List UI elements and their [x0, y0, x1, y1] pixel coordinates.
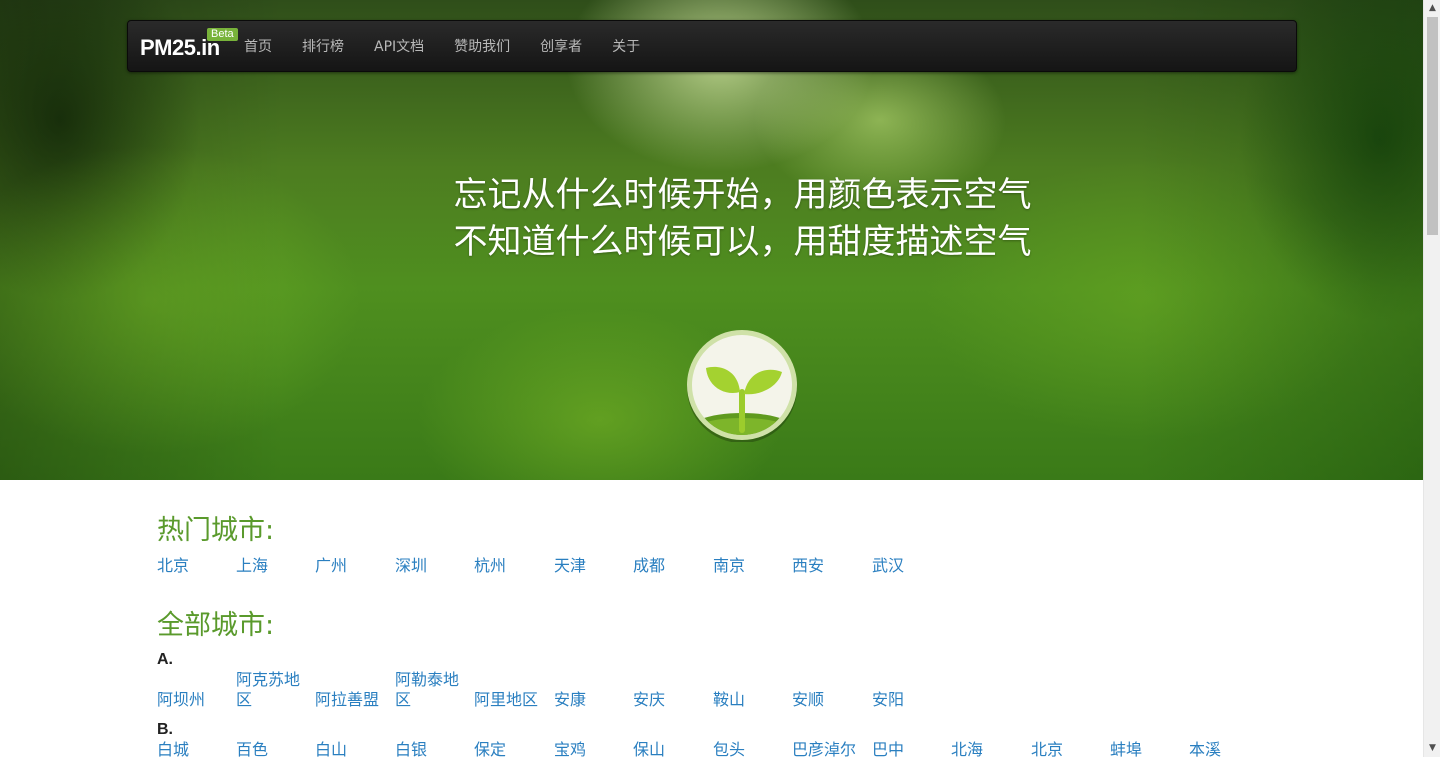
hot-city-link[interactable]: 成都: [633, 556, 705, 576]
city-link[interactable]: 阿里地区: [474, 690, 546, 710]
city-link[interactable]: 巴中: [872, 740, 944, 760]
hot-city-link[interactable]: 天津: [554, 556, 626, 576]
hot-city-link[interactable]: 上海: [236, 556, 308, 576]
city-link[interactable]: 阿克苏地区: [236, 670, 308, 710]
city-link[interactable]: 安康: [554, 690, 626, 710]
city-link[interactable]: 白银: [395, 740, 467, 760]
hero-slogan: 忘记从什么时候开始，用颜色表示空气 不知道什么时候可以，用甜度描述空气: [0, 172, 1423, 266]
city-link[interactable]: 本溪: [1189, 740, 1261, 760]
slogan-line-2: 不知道什么时候可以，用甜度描述空气: [453, 222, 1032, 262]
nav-about[interactable]: 关于: [612, 36, 640, 56]
beta-badge: Beta: [207, 28, 238, 41]
city-link[interactable]: 阿勒泰地区: [395, 670, 467, 710]
city-link[interactable]: 百色: [236, 740, 308, 760]
city-link[interactable]: 安顺: [792, 690, 864, 710]
city-link[interactable]: 保定: [474, 740, 546, 760]
city-link[interactable]: 蚌埠: [1110, 740, 1182, 760]
city-link[interactable]: 白山: [315, 740, 387, 760]
hot-city-link[interactable]: 武汉: [872, 556, 944, 576]
scrollbar-thumb[interactable]: [1427, 17, 1438, 235]
hot-city-link[interactable]: 西安: [792, 556, 864, 576]
nav-home[interactable]: 首页: [244, 36, 272, 56]
hot-city-link[interactable]: 杭州: [474, 556, 546, 576]
hot-city-link[interactable]: 深圳: [395, 556, 467, 576]
city-link[interactable]: 包头: [713, 740, 785, 760]
hot-city-link[interactable]: 南京: [713, 556, 785, 576]
city-link[interactable]: 宝鸡: [554, 740, 626, 760]
all-cities-title: 全部城市:: [157, 610, 275, 641]
city-link[interactable]: 鞍山: [713, 690, 785, 710]
nav-sponsor[interactable]: 赞助我们: [454, 36, 510, 56]
city-link[interactable]: 安庆: [633, 690, 705, 710]
brand-logo[interactable]: PM25.in Beta: [140, 28, 238, 63]
city-link[interactable]: 安阳: [872, 690, 944, 710]
scroll-up-icon[interactable]: ▲: [1424, 0, 1440, 17]
city-link[interactable]: 北海: [951, 740, 1023, 760]
slogan-line-1: 忘记从什么时候开始，用颜色表示空气: [453, 175, 1032, 215]
nav-api-docs[interactable]: API文档: [374, 36, 424, 56]
hot-city-link[interactable]: 北京: [157, 556, 229, 576]
nav-ranking[interactable]: 排行榜: [302, 36, 344, 56]
scroll-down-icon[interactable]: ▼: [1424, 740, 1440, 757]
sprout-logo-icon: [687, 330, 797, 442]
vertical-scrollbar[interactable]: ▲ ▼: [1423, 0, 1440, 757]
hero-banner: PM25.in Beta 首页 排行榜 API文档 赞助我们 创享者 关于 忘记…: [0, 0, 1423, 480]
hot-cities-title: 热门城市:: [157, 515, 275, 546]
city-link[interactable]: 北京: [1031, 740, 1103, 760]
city-link[interactable]: 阿拉善盟: [315, 690, 387, 710]
city-link[interactable]: 保山: [633, 740, 705, 760]
nav-creators[interactable]: 创享者: [540, 36, 582, 56]
nav-menu: 首页 排行榜 API文档 赞助我们 创享者 关于: [244, 21, 670, 71]
city-link[interactable]: 白城: [157, 740, 229, 760]
group-letter-b: B.: [157, 721, 173, 738]
city-link[interactable]: 阿坝州: [157, 690, 229, 710]
group-letter-a: A.: [157, 651, 173, 668]
hot-city-link[interactable]: 广州: [315, 556, 387, 576]
city-link[interactable]: 巴彦淖尔: [792, 740, 864, 760]
top-navbar: PM25.in Beta 首页 排行榜 API文档 赞助我们 创享者 关于: [127, 20, 1297, 72]
